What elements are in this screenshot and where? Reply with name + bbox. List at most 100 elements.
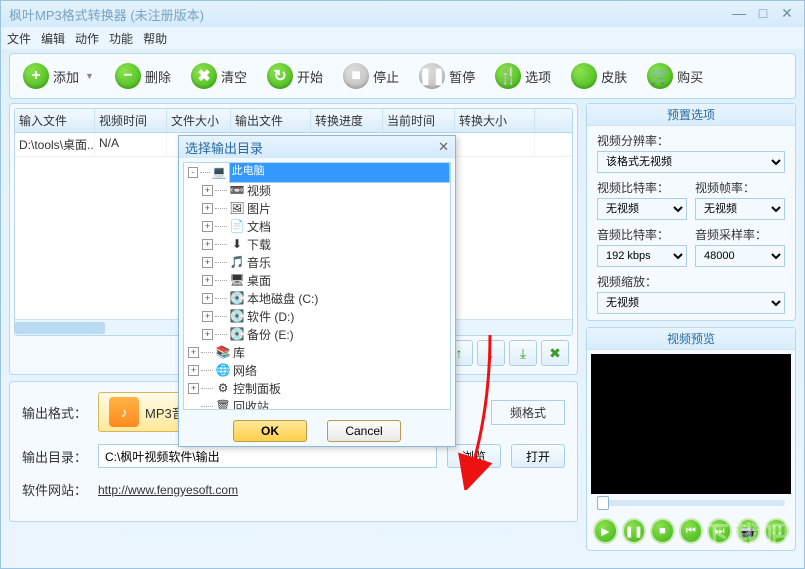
folder-icon: 💽 bbox=[229, 290, 245, 306]
toolbar-清空[interactable]: ✖清空 bbox=[182, 58, 256, 94]
stop-button[interactable]: ■ bbox=[650, 518, 675, 544]
tree-node[interactable]: +💽软件 (D:) bbox=[184, 307, 450, 325]
tree-node[interactable]: -💻此电脑 bbox=[184, 163, 450, 181]
tree-node[interactable]: 🗑回收站 bbox=[184, 397, 450, 410]
pause-button[interactable]: ❚❚ bbox=[622, 518, 647, 544]
col-header[interactable]: 当前时间 bbox=[383, 109, 455, 132]
folder-icon: 💻 bbox=[212, 164, 227, 180]
dialog-close-icon[interactable]: ✕ bbox=[438, 139, 449, 155]
chevron-down-icon[interactable]: ▼ bbox=[85, 71, 95, 81]
toolbar-购买[interactable]: 🛒购买 bbox=[638, 58, 712, 94]
preview-title: 视频预览 bbox=[587, 328, 795, 350]
tree-node[interactable]: +💽本地磁盘 (C:) bbox=[184, 289, 450, 307]
toolbar-暂停: ❚❚暂停 bbox=[410, 58, 484, 94]
vfps-label: 视频帧率： bbox=[695, 179, 785, 196]
menu-edit[interactable]: 编辑 bbox=[41, 30, 65, 47]
asr-label: 音频采样率： bbox=[695, 226, 785, 243]
asr-select[interactable]: 48000 bbox=[695, 245, 785, 267]
expand-icon[interactable]: + bbox=[202, 275, 213, 286]
expand-icon[interactable]: + bbox=[202, 221, 213, 232]
move-down-button[interactable]: ↓ bbox=[477, 340, 505, 366]
minimize-button[interactable]: ― bbox=[730, 5, 748, 23]
folder-icon: 📄 bbox=[229, 218, 245, 234]
toolbar-icon: − bbox=[115, 63, 141, 89]
folder-icon: 🖥 bbox=[229, 272, 245, 288]
toolbar-选项[interactable]: 🍴选项 bbox=[486, 58, 560, 94]
watermark: 下载吧 bbox=[701, 515, 791, 555]
menu-help[interactable]: 帮助 bbox=[143, 30, 167, 47]
expand-icon[interactable]: + bbox=[202, 311, 213, 322]
col-header[interactable]: 文件大小 bbox=[167, 109, 231, 132]
col-header[interactable]: 输入文件 bbox=[15, 109, 95, 132]
site-link[interactable]: http://www.fengyesoft.com bbox=[98, 483, 238, 497]
toolbar-icon: 🛒 bbox=[647, 63, 673, 89]
close-button[interactable]: ✕ bbox=[778, 5, 796, 23]
folder-icon: 💽 bbox=[229, 326, 245, 342]
open-button[interactable]: 打开 bbox=[511, 444, 565, 468]
tree-node[interactable]: +🖥桌面 bbox=[184, 271, 450, 289]
toolbar-icon: ■ bbox=[343, 63, 369, 89]
menu-file[interactable]: 文件 bbox=[7, 30, 31, 47]
expand-icon[interactable]: + bbox=[202, 293, 213, 304]
toolbar-开始[interactable]: ↻开始 bbox=[258, 58, 332, 94]
col-header[interactable]: 转换进度 bbox=[311, 109, 383, 132]
col-header[interactable]: 转换大小 bbox=[455, 109, 535, 132]
toolbar-停止: ■停止 bbox=[334, 58, 408, 94]
toolbar-icon: ❚❚ bbox=[419, 63, 445, 89]
expand-icon[interactable]: - bbox=[188, 167, 198, 178]
expand-icon[interactable]: + bbox=[202, 203, 213, 214]
folder-icon: 🌐 bbox=[215, 362, 231, 378]
tree-node[interactable]: +🖼图片 bbox=[184, 199, 450, 217]
prev-button[interactable]: ⏮ bbox=[679, 518, 704, 544]
tree-node[interactable]: +🎵音乐 bbox=[184, 253, 450, 271]
dir-label: 输出目录： bbox=[22, 447, 88, 466]
folder-icon: 💽 bbox=[229, 308, 245, 324]
tree-node[interactable]: +⚙控制面板 bbox=[184, 379, 450, 397]
play-button[interactable]: ▶ bbox=[593, 518, 618, 544]
scale-select[interactable]: 无视频 bbox=[597, 292, 785, 314]
col-header[interactable]: 输出文件 bbox=[231, 109, 311, 132]
remove-button[interactable]: ✖ bbox=[541, 340, 569, 366]
folder-tree[interactable]: -💻此电脑+📼视频+🖼图片+📄文档+⬇下载+🎵音乐+🖥桌面+💽本地磁盘 (C:)… bbox=[183, 162, 451, 410]
toolbar-皮肤[interactable]: 皮肤 bbox=[562, 58, 636, 94]
expand-icon[interactable]: + bbox=[202, 257, 213, 268]
vfps-select[interactable]: 无视频 bbox=[695, 198, 785, 220]
res-select[interactable]: 该格式无视频 bbox=[597, 151, 785, 173]
toolbar-删除[interactable]: −删除 bbox=[106, 58, 180, 94]
menu-function[interactable]: 功能 bbox=[109, 30, 133, 47]
expand-icon[interactable]: + bbox=[188, 365, 199, 376]
format-label: 输出格式： bbox=[22, 403, 88, 422]
vbit-select[interactable]: 无视频 bbox=[597, 198, 687, 220]
expand-icon[interactable]: + bbox=[188, 347, 199, 358]
move-bottom-button[interactable]: ⤓ bbox=[509, 340, 537, 366]
toolbar-icon: + bbox=[23, 63, 49, 89]
folder-icon: 🎵 bbox=[229, 254, 245, 270]
dialog-title: 选择输出目录 bbox=[185, 138, 263, 157]
expand-icon[interactable]: + bbox=[202, 239, 213, 250]
folder-icon: 📚 bbox=[215, 344, 231, 360]
dialog-ok-button[interactable]: OK bbox=[233, 420, 307, 442]
folder-dialog: 选择输出目录 ✕ -💻此电脑+📼视频+🖼图片+📄文档+⬇下载+🎵音乐+🖥桌面+💽… bbox=[178, 135, 456, 447]
expand-icon[interactable]: + bbox=[202, 329, 213, 340]
browse-button[interactable]: 浏览 bbox=[447, 444, 501, 468]
preview-slider[interactable] bbox=[597, 500, 785, 506]
tree-node[interactable]: +📄文档 bbox=[184, 217, 450, 235]
format-hint[interactable]: 频格式 bbox=[491, 400, 565, 425]
tree-node[interactable]: +💽备份 (E:) bbox=[184, 325, 450, 343]
preset-panel: 预置选项 视频分辨率： 该格式无视频 视频比特率：无视频 视频帧率：无视频 音频… bbox=[586, 103, 796, 321]
expand-icon[interactable]: + bbox=[202, 185, 213, 196]
preset-title: 预置选项 bbox=[587, 104, 795, 126]
abit-select[interactable]: 192 kbps bbox=[597, 245, 687, 267]
toolbar-icon: ↻ bbox=[267, 63, 293, 89]
menu-action[interactable]: 动作 bbox=[75, 30, 99, 47]
dialog-cancel-button[interactable]: Cancel bbox=[327, 420, 401, 442]
tree-node[interactable]: +🌐网络 bbox=[184, 361, 450, 379]
tree-node[interactable]: +⬇下载 bbox=[184, 235, 450, 253]
tree-node[interactable]: +📼视频 bbox=[184, 181, 450, 199]
expand-icon[interactable]: + bbox=[188, 383, 199, 394]
toolbar-icon: 🍴 bbox=[495, 63, 521, 89]
toolbar-添加[interactable]: +添加▼ bbox=[14, 58, 104, 94]
col-header[interactable]: 视频时间 bbox=[95, 109, 167, 132]
tree-node[interactable]: +📚库 bbox=[184, 343, 450, 361]
maximize-button[interactable]: □ bbox=[754, 5, 772, 23]
